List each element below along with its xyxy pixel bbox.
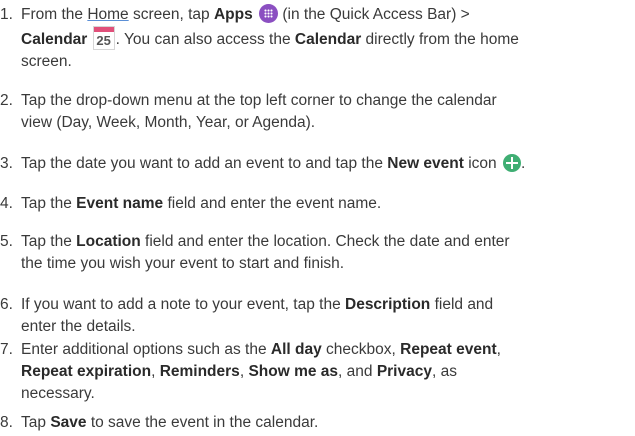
- step-text: field and: [430, 296, 494, 313]
- step-text: If you want to add a note to your event,…: [21, 296, 345, 313]
- step-text: (in the Quick Access Bar) >: [278, 6, 470, 23]
- location-label: Location: [76, 233, 141, 250]
- step-text: Enter additional options such as the: [21, 341, 271, 358]
- step-text: field and enter the event name.: [163, 195, 382, 212]
- step-text: From the: [21, 6, 88, 23]
- step-6: 6. If you want to add a note to your even…: [0, 294, 493, 338]
- calendar-label: Calendar: [294, 31, 362, 48]
- event-name-label: Event name: [76, 195, 164, 212]
- step-3: 3. Tap the date you want to add an event …: [0, 153, 525, 175]
- step-text: ,: [151, 363, 160, 380]
- apps-label: Apps: [213, 6, 253, 23]
- step-text: screen.: [21, 53, 72, 70]
- save-label: Save: [50, 414, 87, 431]
- calendar-icon-date: 25: [96, 33, 111, 48]
- step-text: the time you wish your event to start an…: [21, 255, 345, 272]
- step-8: 8. Tap Save to save the event in the cale…: [0, 412, 318, 434]
- calendar-icon: 25: [92, 26, 115, 50]
- step-text: screen, tap: [128, 6, 214, 23]
- step-number: 1.: [0, 6, 13, 23]
- step-number: 2.: [0, 92, 13, 109]
- privacy-label: Privacy: [376, 363, 432, 380]
- step-number: 3.: [0, 155, 13, 172]
- step-number: 4.: [0, 195, 13, 212]
- step-2: 2. Tap the drop-down menu at the top left…: [0, 90, 497, 134]
- step-number: 8.: [0, 414, 13, 431]
- instruction-list: 1. From the Home screen, tap Apps (in the…: [0, 0, 635, 436]
- step-7: 7. Enter additional options such as the A…: [0, 339, 501, 405]
- reminders-label: Reminders: [159, 363, 240, 380]
- show-me-as-label: Show me as: [248, 363, 339, 380]
- step-text: Tap the drop-down menu at the top left c…: [21, 92, 497, 109]
- step-text: enter the details.: [21, 318, 136, 335]
- apps-icon: [259, 4, 279, 23]
- step-text: Tap the date you want to add an event to…: [21, 155, 388, 172]
- step-1: 1. From the Home screen, tap Apps (in the…: [0, 4, 519, 73]
- calendar-label: Calendar: [21, 31, 88, 48]
- step-number: 6.: [0, 296, 13, 313]
- new-event-label: New event: [387, 155, 464, 172]
- step-text: , as: [431, 363, 457, 380]
- step-text: view (Day, Week, Month, Year, or Agenda)…: [21, 114, 316, 131]
- step-text: , and: [338, 363, 377, 380]
- step-text: Tap the: [21, 233, 77, 250]
- step-text: checkbox,: [321, 341, 401, 358]
- step-text: Tap: [21, 414, 51, 431]
- step-number: 7.: [0, 341, 13, 358]
- description-label: Description: [345, 296, 431, 313]
- step-text: . You can also access the: [115, 31, 295, 48]
- step-5: 5. Tap the Location field and enter the l…: [0, 231, 510, 275]
- all-day-label: All day: [270, 341, 322, 358]
- home-link: Home: [87, 6, 129, 23]
- plus-circle-icon: [502, 154, 521, 172]
- repeat-event-label: Repeat event: [400, 341, 497, 358]
- step-text: to save the event in the calendar.: [86, 414, 319, 431]
- step-text: necessary.: [21, 385, 95, 402]
- step-text: directly from the home: [361, 31, 519, 48]
- step-text: field and enter the location. Check the …: [140, 233, 510, 250]
- step-text: icon: [463, 155, 497, 172]
- step-text: Tap the: [21, 195, 77, 212]
- step-text: ,: [496, 341, 501, 358]
- repeat-expiration-label: Repeat expiration: [21, 363, 152, 380]
- step-number: 5.: [0, 233, 13, 250]
- step-4: 4. Tap the Event name field and enter the…: [0, 193, 381, 215]
